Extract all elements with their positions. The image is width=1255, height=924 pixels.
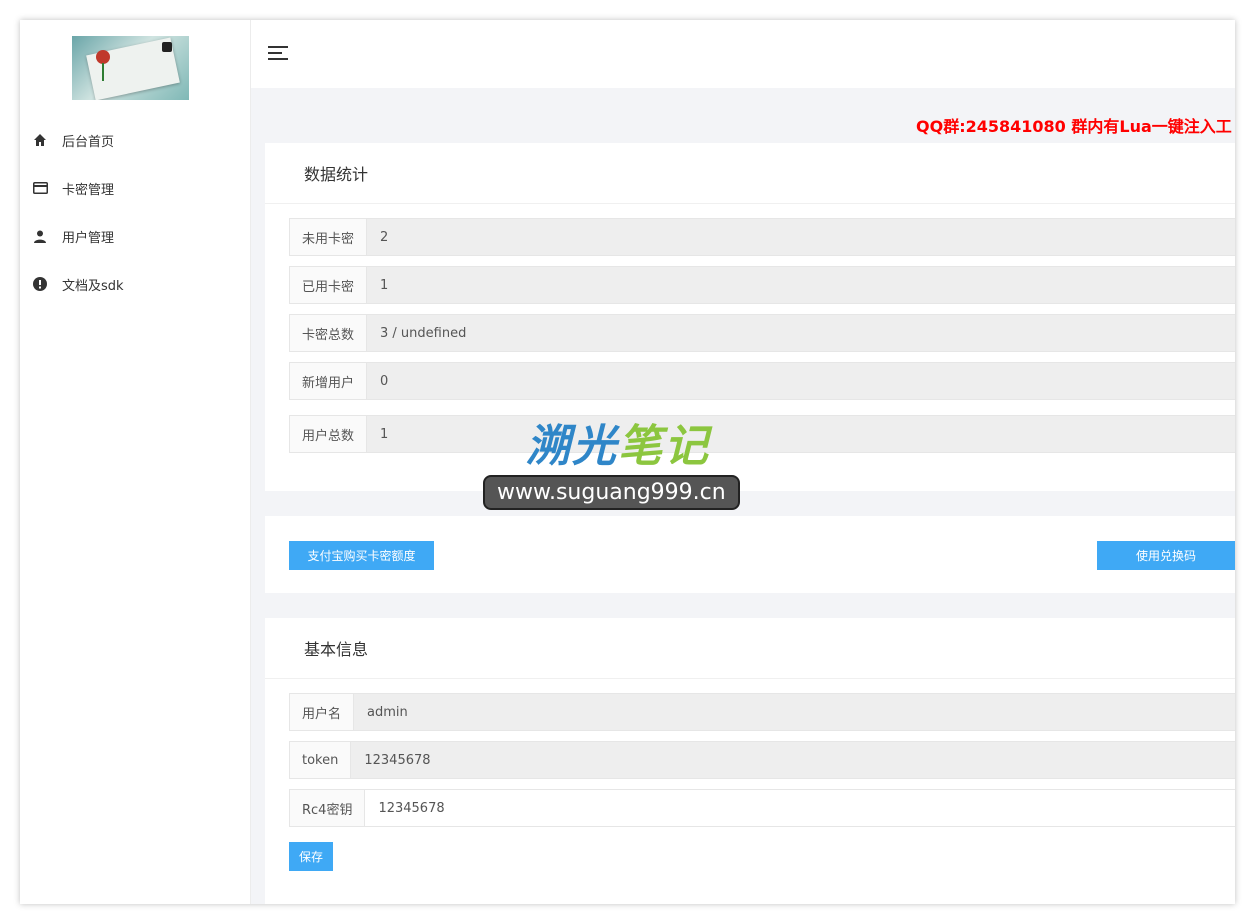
stat-label: 新增用户: [290, 363, 368, 399]
rose-stem: [102, 63, 104, 81]
watermark-url: www.suguang999.cn: [483, 475, 740, 510]
basic-info-panel: 基本信息 用户名 admin token 12345678 Rc4密钥 1234…: [265, 618, 1235, 904]
actions-panel: 支付宝购买卡密额度 使用兑换码: [265, 516, 1235, 593]
redeem-code-button[interactable]: 使用兑换码: [1097, 541, 1235, 570]
stat-row: 已用卡密 1: [289, 266, 1235, 304]
user-icon: [32, 228, 48, 244]
notice-banner: QQ群:245841080 群内有Lua一键注入工: [916, 117, 1232, 136]
sidebar: 后台首页 卡密管理 用户管理 文档及sdk: [20, 20, 251, 904]
stats-panel: 数据统计 未用卡密 2 已用卡密 1 卡密总数 3 / undefined 新增…: [265, 143, 1235, 491]
stat-row: 卡密总数 3 / undefined: [289, 314, 1235, 352]
menu-toggle-icon[interactable]: [268, 46, 288, 60]
info-row-token: token 12345678: [289, 741, 1235, 779]
stat-label: 卡密总数: [290, 315, 368, 351]
sidebar-item-label: 用户管理: [62, 230, 115, 246]
stat-row: 新增用户 0: [289, 362, 1235, 400]
username-field[interactable]: admin: [354, 694, 1235, 730]
sidebar-item-cards[interactable]: 卡密管理: [20, 164, 250, 212]
save-button[interactable]: 保存: [289, 842, 333, 871]
alipay-purchase-button[interactable]: 支付宝购买卡密额度: [289, 541, 434, 570]
sidebar-item-users[interactable]: 用户管理: [20, 212, 250, 260]
sidebar-item-label: 文档及sdk: [62, 278, 124, 294]
panel-title: 基本信息: [265, 618, 1235, 679]
info-row-rc4-key: Rc4密钥 12345678: [289, 789, 1235, 827]
stat-row: 用户总数 1: [289, 415, 1235, 453]
stat-label: 未用卡密: [290, 219, 368, 255]
logo[interactable]: [72, 36, 189, 100]
app-window: 后台首页 卡密管理 用户管理 文档及sdk QQ群:245841080 群内有L…: [20, 20, 1235, 904]
top-bar: [251, 20, 1235, 88]
stat-value: 2: [367, 219, 1235, 255]
sidebar-item-docs[interactable]: 文档及sdk: [20, 260, 250, 308]
rc4-key-label: Rc4密钥: [290, 790, 366, 826]
rose-icon: [96, 50, 110, 64]
stat-label: 已用卡密: [290, 267, 368, 303]
watermark-text-part2: 笔记: [618, 421, 710, 472]
stat-label: 用户总数: [290, 416, 368, 452]
sidebar-item-label: 后台首页: [62, 134, 115, 150]
cat-icon: [162, 42, 172, 52]
sidebar-item-home[interactable]: 后台首页: [20, 116, 250, 164]
info-circle-icon: [32, 276, 48, 292]
card-icon: [32, 180, 48, 196]
token-field[interactable]: 12345678: [351, 742, 1235, 778]
username-label: 用户名: [290, 694, 355, 730]
home-icon: [32, 132, 48, 148]
stat-value: 3 / undefined: [367, 315, 1235, 351]
stat-value: 0: [367, 363, 1235, 399]
watermark-logo: 溯光笔记: [526, 410, 710, 474]
info-row-username: 用户名 admin: [289, 693, 1235, 731]
panel-title: 数据统计: [265, 143, 1235, 204]
rc4-key-field[interactable]: 12345678: [365, 790, 1235, 826]
sidebar-nav: 后台首页 卡密管理 用户管理 文档及sdk: [20, 116, 250, 308]
stat-value: 1: [367, 416, 1235, 452]
stat-value: 1: [367, 267, 1235, 303]
sidebar-item-label: 卡密管理: [62, 182, 115, 198]
watermark-text-part1: 溯光: [526, 421, 618, 472]
stat-row: 未用卡密 2: [289, 218, 1235, 256]
token-label: token: [290, 742, 352, 778]
